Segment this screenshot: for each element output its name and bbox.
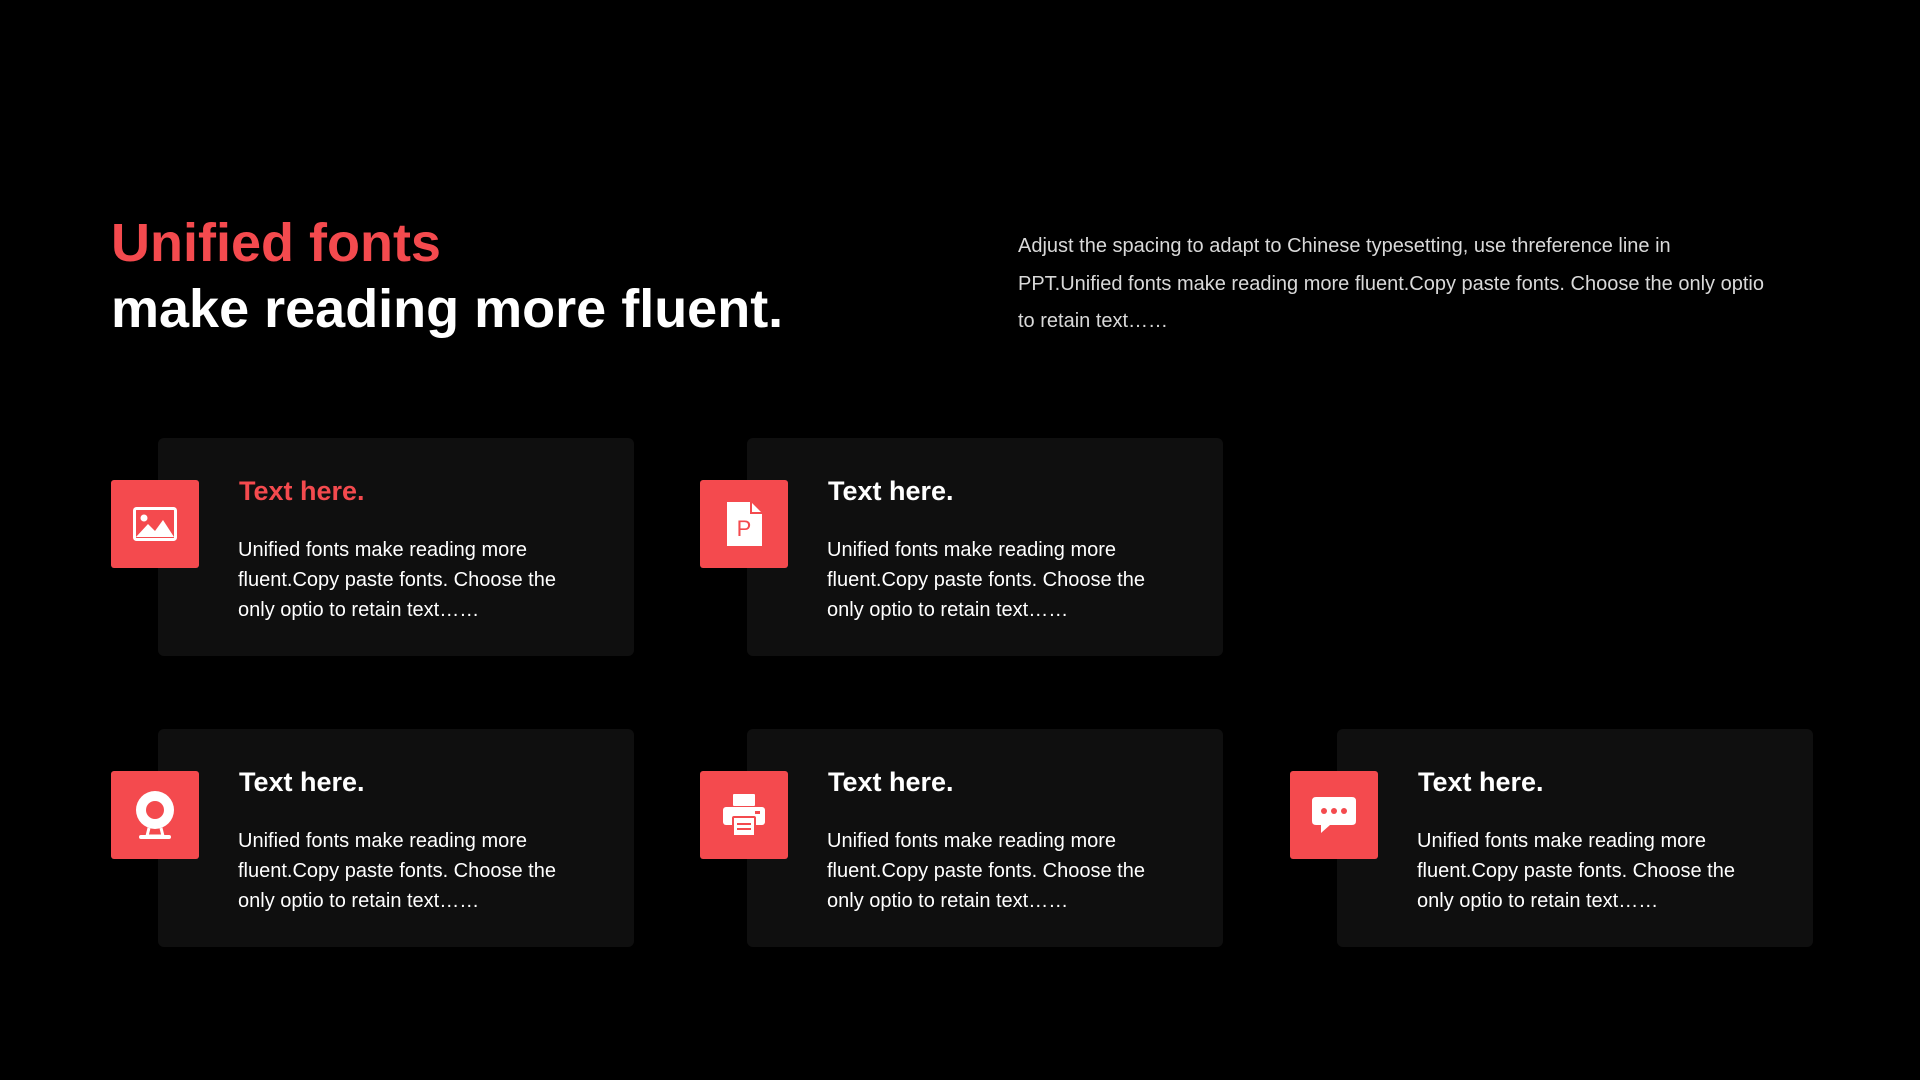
heading-accent-line: Unified fonts [111,213,441,273]
card-text: Unified fonts make reading more fluent.C… [238,830,556,912]
feature-card-chat: Text here. Unified fonts make reading mo… [1290,729,1813,947]
card-text: Unified fonts make reading more fluent.C… [1417,830,1735,912]
intro-paragraph: Adjust the spacing to adapt to Chinese t… [1018,235,1764,332]
heading-main-line: make reading more fluent. [111,279,784,339]
card-title: Text here. [1418,767,1544,797]
card-icon-box: P [700,480,788,568]
chat-bubble-icon [1312,797,1356,833]
page-heading: Unified fonts make reading more fluent. [111,210,783,342]
ppt-file-icon: P [727,502,762,546]
card-title: Text here. [239,476,365,506]
feature-card-image: Text here. Unified fonts make reading mo… [111,438,634,656]
printer-icon [723,794,765,837]
card-text: Unified fonts make reading more fluent.C… [238,539,556,621]
card-icon-box [700,771,788,859]
svg-text:P: P [737,516,752,541]
card-icon-box [111,771,199,859]
card-text: Unified fonts make reading more fluent.C… [827,539,1145,621]
feature-card-webcam: Text here. Unified fonts make reading mo… [111,729,634,947]
card-title: Text here. [828,476,954,506]
feature-card-ppt: P Text here. Unified fonts make reading … [700,438,1223,656]
card-icon-box [1290,771,1378,859]
card-title: Text here. [239,767,365,797]
card-title: Text here. [828,767,954,797]
card-text: Unified fonts make reading more fluent.C… [827,830,1145,912]
image-icon [133,507,177,541]
card-icon-box [111,480,199,568]
feature-card-printer: Text here. Unified fonts make reading mo… [700,729,1223,947]
webcam-icon [136,791,174,839]
